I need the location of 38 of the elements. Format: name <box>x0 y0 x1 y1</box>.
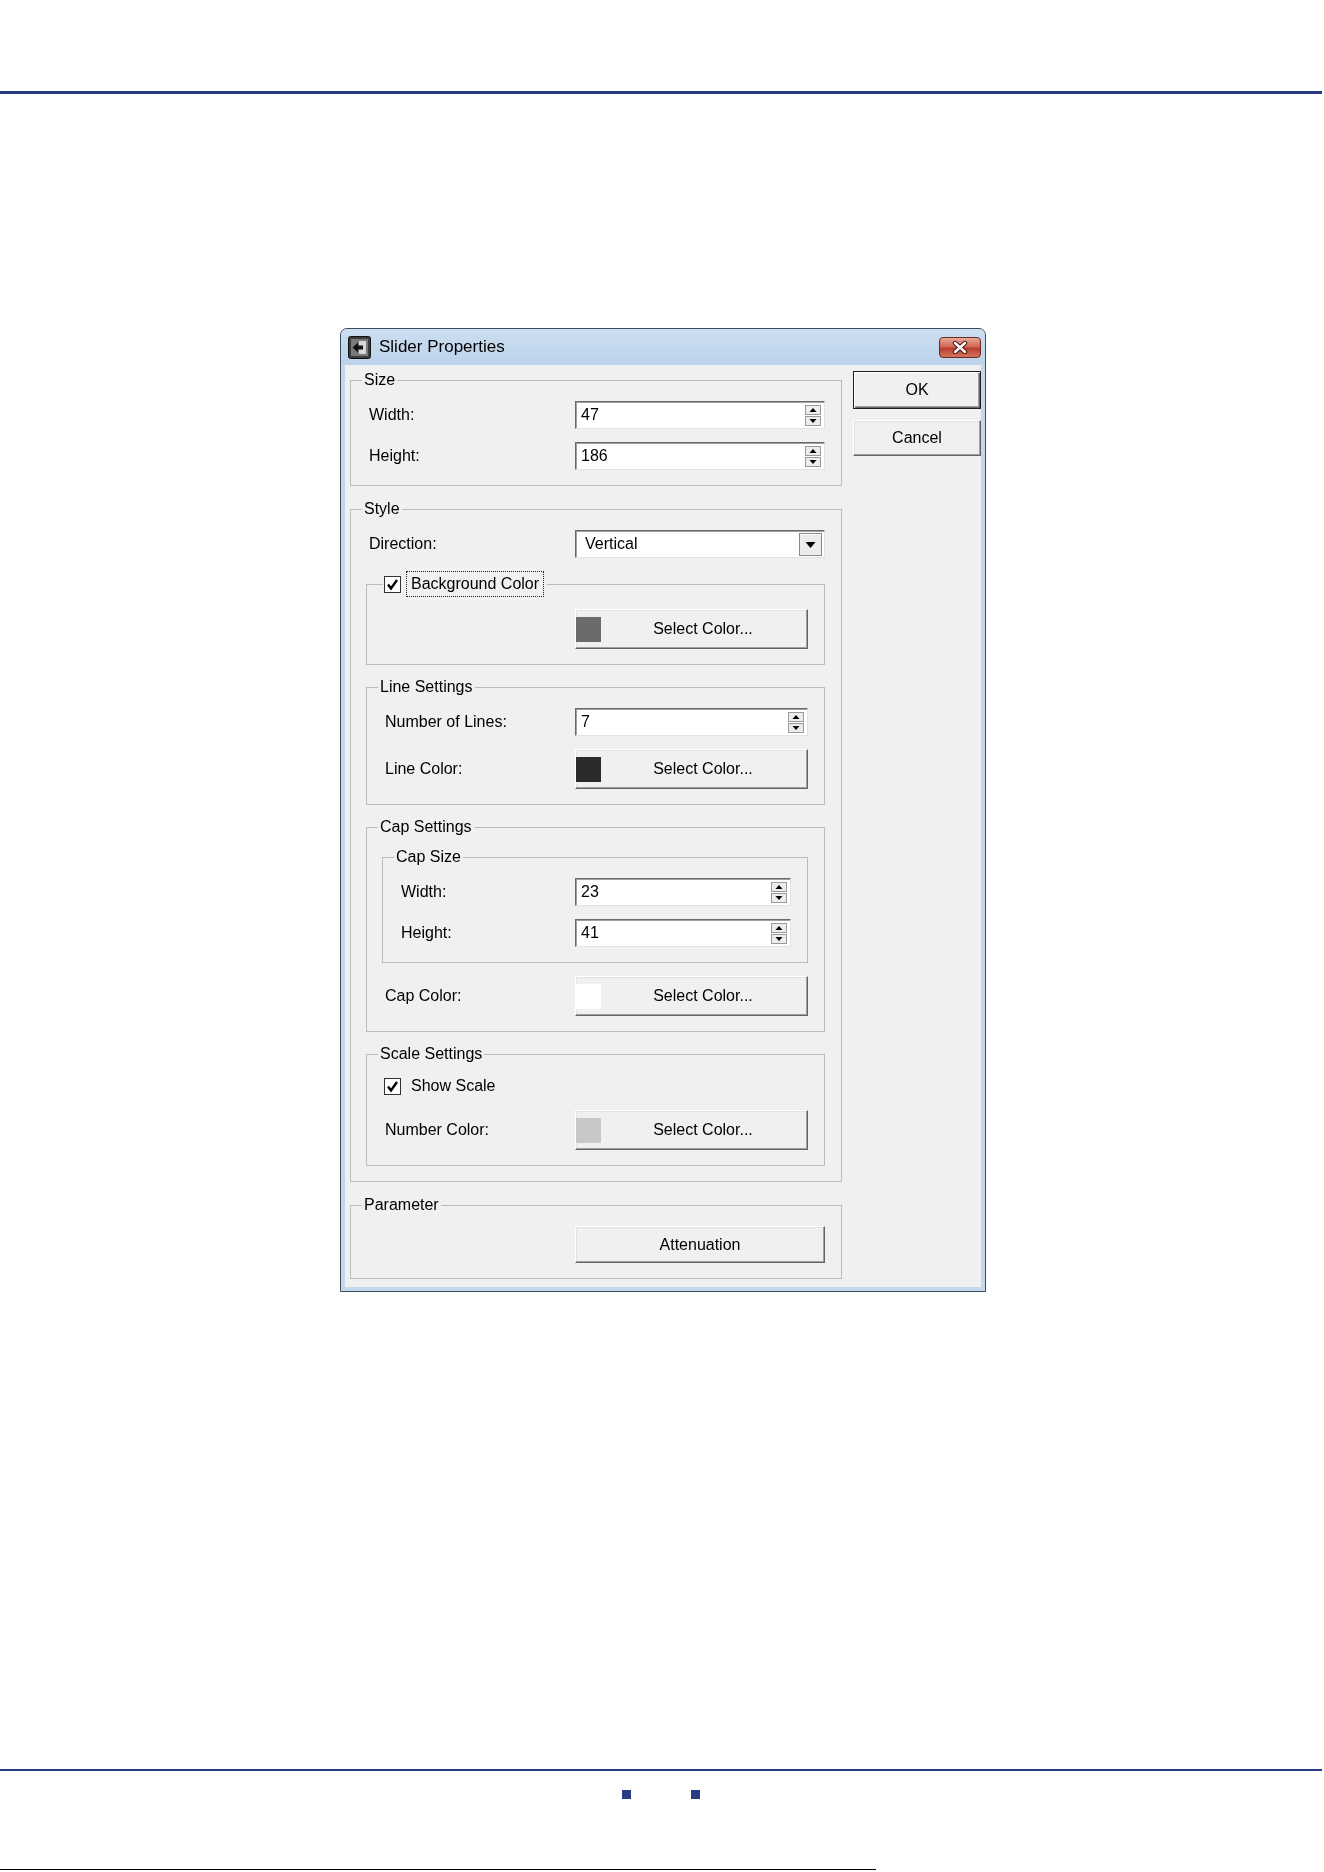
window-title: Slider Properties <box>379 337 506 357</box>
square-icon <box>622 1790 631 1799</box>
field-label: Number of Lines: <box>384 713 507 731</box>
field-label: Width: <box>400 883 447 901</box>
spin-field[interactable]: 186 <box>575 442 825 470</box>
group-title: Line Settings <box>380 678 473 695</box>
parameter-button[interactable]: Attenuation <box>575 1226 825 1263</box>
spin-field[interactable]: 7 <box>575 708 808 736</box>
group-title: Cap Size <box>396 848 461 865</box>
field-label: Line Color: <box>384 760 463 778</box>
cancel-button[interactable]: Cancel <box>853 420 981 456</box>
select-color-button[interactable]: Select Color... <box>575 749 808 789</box>
field-label: Number Color: <box>384 1121 490 1139</box>
field-label: Height: <box>400 924 452 942</box>
checkbox-icon[interactable] <box>384 1077 401 1095</box>
group-title: Parameter <box>364 1196 439 1213</box>
group-title: Size <box>364 371 396 388</box>
group-title: Style <box>364 500 400 517</box>
ok-button[interactable]: OK <box>853 371 981 409</box>
checkbox-icon[interactable] <box>384 575 401 593</box>
checkbox[interactable]: Show Scale <box>384 1073 501 1099</box>
close-button[interactable] <box>939 336 981 358</box>
spin-field[interactable]: 41 <box>575 919 791 947</box>
dropdown-field[interactable]: Vertical <box>575 530 825 558</box>
close-icon <box>952 340 968 354</box>
square-icon <box>691 1790 700 1799</box>
spin-field[interactable]: 23 <box>575 878 791 906</box>
select-color-button[interactable]: Select Color... <box>575 1110 808 1150</box>
select-color-button[interactable]: Select Color... <box>575 976 808 1016</box>
group-title: Scale Settings <box>380 1045 483 1062</box>
select-color-button[interactable]: Select Color... <box>575 609 808 649</box>
group-title: Cap Settings <box>380 818 472 835</box>
field-label: Direction: <box>368 535 437 553</box>
spin-field[interactable]: 47 <box>575 401 825 429</box>
field-label: Width: <box>368 406 415 424</box>
field-label: Height: <box>368 447 420 465</box>
field-label: Cap Color: <box>384 987 462 1005</box>
arrow-box-icon <box>348 335 371 359</box>
